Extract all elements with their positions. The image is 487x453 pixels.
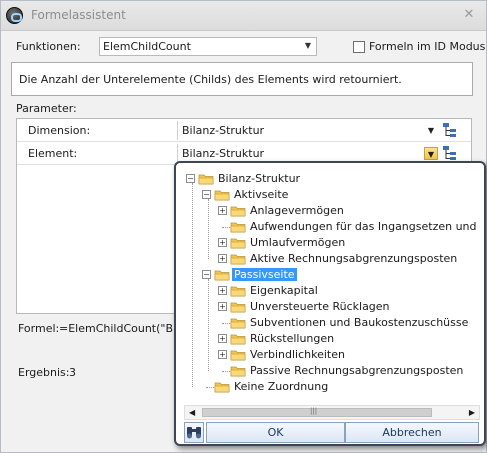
expand-icon[interactable]: + xyxy=(218,302,227,311)
tree-connector xyxy=(222,371,230,372)
parameter-name: Dimension: xyxy=(28,124,91,137)
tree-node[interactable]: + Unversteuerte Rücklagen xyxy=(184,299,480,315)
tree-node[interactable]: Passive Rechnungsabgrenzungsposten xyxy=(184,363,480,379)
element-tree[interactable]: − Bilanz-Struktur − Aktivseite + Anlagevermög… xyxy=(184,169,480,399)
tree-node-label: Aufwendungen für das Ingangsetzen und Er… xyxy=(250,220,480,233)
binoculars-icon xyxy=(187,427,201,439)
formel-value: =ElemChildCount("Bilan xyxy=(59,322,193,335)
tree-node[interactable]: Aufwendungen für das Ingangsetzen und Er… xyxy=(184,219,480,235)
tree-node-label: Unversteuerte Rücklagen xyxy=(250,300,390,313)
id-mode-checkbox[interactable] xyxy=(353,41,365,53)
parameter-row-dimension: Dimension: Bilanz-Struktur ▼ xyxy=(17,120,471,142)
description-text: Die Anzahl der Unterelemente (Childs) de… xyxy=(19,73,402,86)
scroll-grip: ||| xyxy=(310,407,318,415)
function-description: Die Anzahl der Unterelemente (Childs) de… xyxy=(11,62,473,96)
ergebnis-label: Ergebnis: xyxy=(18,366,70,379)
collapse-icon[interactable]: − xyxy=(202,190,211,199)
tree-node[interactable]: Subventionen und Baukostenzuschüsse xyxy=(184,315,480,331)
horizontal-scrollbar[interactable]: ◀ ||| ▶ xyxy=(184,405,480,420)
expand-icon[interactable]: + xyxy=(218,334,227,343)
scrollbar-thumb[interactable]: ||| xyxy=(202,407,432,417)
collapse-icon[interactable]: − xyxy=(186,174,195,183)
tree-connector xyxy=(206,387,214,388)
expand-icon[interactable]: + xyxy=(218,238,227,247)
tree-node[interactable]: − Passivseite xyxy=(184,267,480,283)
tree-node-label: Keine Zuordnung xyxy=(234,380,329,393)
tree-node-label: Passive Rechnungsabgrenzungsposten xyxy=(250,364,464,377)
tree-node-label: Aktivseite xyxy=(234,188,289,201)
tree-node[interactable]: + Aktive Rechnungsabgrenzungsposten xyxy=(184,251,480,267)
chevron-down-icon[interactable]: ▼ xyxy=(424,124,438,137)
parameter-name: Element: xyxy=(28,147,78,160)
app-icon xyxy=(6,7,23,24)
tree-node[interactable]: + Rückstellungen xyxy=(184,331,480,347)
tree-hierarchy-icon[interactable] xyxy=(442,145,459,162)
tree-node-label: Subventionen und Baukostenzuschüsse xyxy=(250,316,469,329)
find-button[interactable] xyxy=(184,422,204,443)
expand-icon[interactable]: + xyxy=(218,350,227,359)
scroll-right-icon[interactable]: ▶ xyxy=(469,408,475,417)
chevron-down-icon: ▼ xyxy=(304,41,311,50)
tree-node-label: Eigenkapital xyxy=(250,284,318,297)
expand-icon[interactable]: + xyxy=(218,206,227,215)
id-mode-label: Formeln im ID Modus xyxy=(369,40,486,53)
title-bar: Formelassistent ✕ xyxy=(1,1,486,31)
tree-node-label: Bilanz-Struktur xyxy=(218,172,301,185)
funktionen-dropdown[interactable]: ElemChildCount ▼ xyxy=(99,37,317,56)
tree-node[interactable]: + Anlagevermögen xyxy=(184,203,480,219)
parameter-label: Parameter: xyxy=(16,102,77,115)
close-icon[interactable]: ✕ xyxy=(460,6,478,24)
scroll-left-icon[interactable]: ◀ xyxy=(189,408,195,417)
chevron-down-icon[interactable]: ▼ xyxy=(424,147,438,160)
expand-icon[interactable]: + xyxy=(218,254,227,263)
expand-icon[interactable]: + xyxy=(218,286,227,295)
tree-node[interactable]: − Bilanz-Struktur xyxy=(184,171,480,187)
parameter-value: Bilanz-Struktur xyxy=(182,147,265,160)
cancel-button[interactable]: Abbrechen xyxy=(345,422,479,443)
ok-button[interactable]: OK xyxy=(206,422,345,443)
collapse-icon[interactable]: − xyxy=(202,270,211,279)
tree-connector xyxy=(222,323,230,324)
formel-label: Formel: xyxy=(18,322,60,335)
tree-node-label: Verbindlichkeiten xyxy=(250,348,345,361)
funktionen-value: ElemChildCount xyxy=(103,40,191,53)
tree-node[interactable]: + Verbindlichkeiten xyxy=(184,347,480,363)
tree-node[interactable]: Keine Zuordnung xyxy=(184,379,480,395)
tree-node-label: Anlagevermögen xyxy=(250,204,344,217)
tree-node[interactable]: + Umlaufvermögen xyxy=(184,235,480,251)
parameter-value-field[interactable]: Bilanz-Struktur xyxy=(177,121,440,140)
tree-node-label: Umlaufvermögen xyxy=(250,236,346,249)
parameter-value: Bilanz-Struktur xyxy=(182,124,265,137)
tree-node-label: Aktive Rechnungsabgrenzungsposten xyxy=(250,252,458,265)
tree-hierarchy-icon[interactable] xyxy=(442,122,459,139)
window-title: Formelassistent xyxy=(31,8,126,22)
funktionen-label: Funktionen: xyxy=(16,40,81,53)
tree-node-label: Passivseite xyxy=(232,268,297,281)
ergebnis-value: 3 xyxy=(69,366,76,379)
tree-node[interactable]: + Eigenkapital xyxy=(184,283,480,299)
tree-connector xyxy=(222,227,230,228)
element-tree-popup: − Bilanz-Struktur − Aktivseite + Anlagevermög… xyxy=(174,161,486,446)
tree-node[interactable]: − Aktivseite xyxy=(184,187,480,203)
tree-node-label: Rückstellungen xyxy=(250,332,335,345)
